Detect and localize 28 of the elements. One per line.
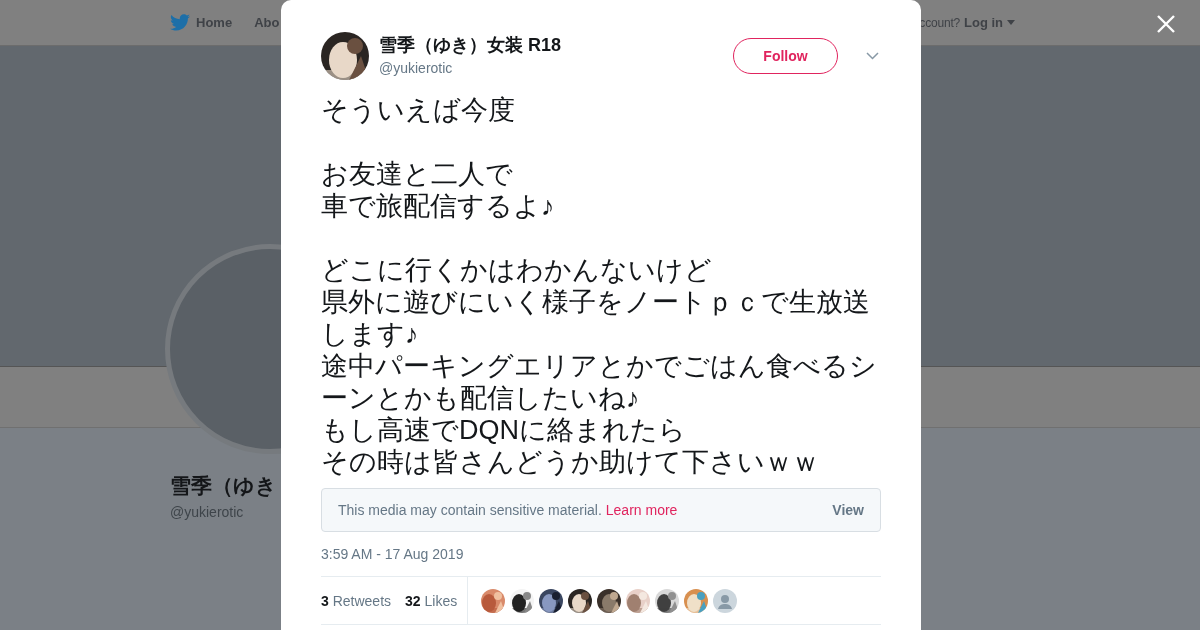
stat-count[interactable]: 32 Likes [405,592,458,609]
default-avatar-icon[interactable] [713,588,738,613]
bird-icon [170,14,190,31]
caret-icon [1007,20,1015,25]
author-name: 雪季（ゆき）女装 R18 [379,33,562,57]
tweet-text-line: 途中パーキングエリアとかでごはん食べるシーンとかも配信したいね♪ [321,350,878,414]
author-handle: @yukierotic [379,59,454,76]
stat-count[interactable]: 3 Retweets [321,592,392,609]
tweet-text-line: もし高速でDQNに絡まれたら [321,414,687,446]
login-link[interactable]: Log in [964,15,1003,30]
tweet-text-line: どこに行くかはわかんないけど [321,254,713,286]
tweet-text-line: お友達と二人で [321,158,514,190]
nav-link[interactable]: Home [196,15,233,30]
tweet-text-line: 県外に遊びにいく様子をノートｐｃで生放送します♪ [321,286,871,350]
profile-name: 雪季（ゆき [170,473,277,499]
tweet-text-line: そういえば今度 [321,94,516,126]
tweet-text-line: 車で旅配信するよ♪ [321,190,556,222]
sensitive-message: This media may contain sensitive material. [338,502,602,518]
close-icon[interactable] [1156,14,1176,34]
profile-handle: @yukierotic [170,504,244,520]
tweet-text-line: その時は皆さんどうか助けて下さいｗｗ [321,446,820,478]
view-button[interactable]: View [832,502,864,518]
nav-link[interactable]: Abo [254,15,280,30]
login-prompt: ccount? [919,15,960,30]
learn-more-link[interactable]: Learn more [605,502,678,518]
chevron-icon[interactable] [866,52,879,60]
follow-button[interactable]: Follow [733,38,838,74]
tweet-timestamp: 3:59 AM - 17 Aug 2019 [321,546,465,562]
